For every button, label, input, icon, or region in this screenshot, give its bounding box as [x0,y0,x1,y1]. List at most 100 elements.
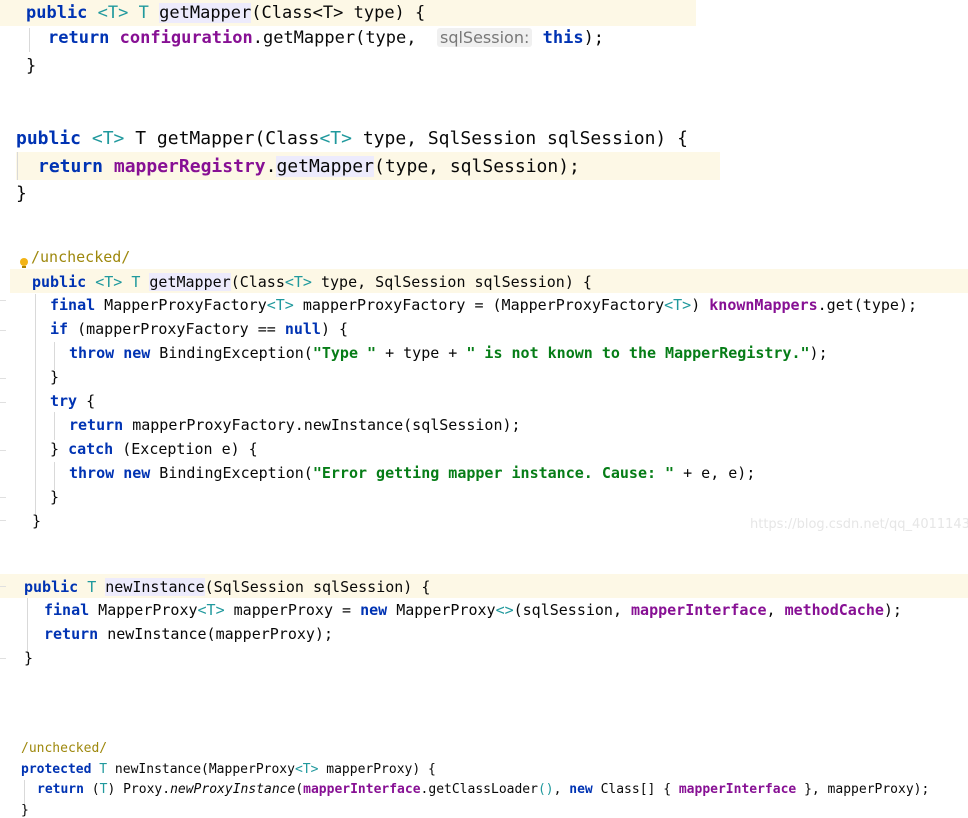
code-text: , [553,782,570,797]
code-line[interactable]: } [24,651,33,666]
type-param: <T> [294,762,319,777]
keyword: throw [69,464,115,482]
code-text: mapperProxy = [224,601,361,619]
code-text: MapperProxy [387,601,496,619]
code-text: .get(type); [817,296,917,314]
keyword: null [284,320,321,338]
code-line[interactable]: } [26,58,36,75]
signature-rest: type, SqlSession sqlSession) { [362,128,688,149]
field: mapperInterface [631,601,767,619]
keyword: if [50,320,69,338]
code-line[interactable]: /unchecked/ [31,250,130,265]
fold-marker[interactable] [0,497,6,498]
type-param: <T> [91,128,125,149]
code-line[interactable]: return (T) Proxy.newProxyInstance(mapper… [37,783,929,796]
return-type: T [138,3,149,23]
keyword: public [24,578,79,596]
code-line[interactable]: final MapperProxy<T> mapperProxy = new M… [44,603,902,618]
fold-marker[interactable] [0,450,6,451]
keyword: return [38,156,104,177]
code-line[interactable]: throw new BindingException("Error gettin… [69,466,755,481]
brace: } [50,368,60,386]
code-text: } [50,440,69,458]
code-line[interactable]: } [21,804,29,817]
code-line[interactable]: throw new BindingException("Type " + typ… [69,346,828,361]
keyword: return [69,416,124,434]
code-line[interactable]: return configuration.getMapper(type, sql… [48,28,605,48]
brace: } [32,512,42,530]
method-name: getMapper [149,273,231,291]
code-text: newInstance(mapperProxy); [98,625,333,643]
brace: } [24,649,34,667]
keyword: new [360,601,388,619]
fold-marker[interactable] [0,586,6,587]
field: configuration [119,28,253,48]
indent-guide [29,28,30,52]
keyword: return [44,625,99,643]
call-text: .getMapper(type, [252,28,427,48]
code-line[interactable]: /unchecked/ [21,742,107,755]
type-param: <T> [664,296,692,314]
fold-marker[interactable] [0,402,6,403]
code-text: { [77,392,96,410]
keyword: return [37,782,84,797]
type-param: <> [495,601,514,619]
annotation: /unchecked/ [21,741,108,756]
code-line[interactable]: } catch (Exception e) { [50,442,258,457]
code-line[interactable]: } [32,514,41,529]
code-text: BindingException( [150,464,313,482]
code-text: }, mapperProxy); [796,782,930,797]
keyword: public [16,128,82,149]
brace: } [21,803,29,818]
keyword: final [44,601,90,619]
type-param: <T> [95,273,123,291]
code-line[interactable]: final MapperProxyFactory<T> mapperProxyF… [50,298,917,313]
code-text: ( [83,782,100,797]
code-line[interactable]: return mapperRegistry.getMapper(type, sq… [38,156,580,177]
indent-guide [35,294,36,516]
fold-marker[interactable] [0,378,6,379]
code-line[interactable]: if (mapperProxyFactory == null) { [50,322,348,337]
return-type: T [87,578,97,596]
code-line[interactable]: } [16,185,27,203]
return-type: T [131,273,141,291]
fold-marker[interactable] [0,520,6,521]
indent-guide [54,342,55,370]
code-text: mapperProxy) { [318,762,436,777]
paren: () [537,782,554,797]
field: knownMappers [709,296,818,314]
fold-marker[interactable] [0,658,6,659]
type-param: <T> [319,128,352,149]
code-line[interactable]: return mapperProxyFactory.newInstance(sq… [69,418,521,433]
keyword: new [569,782,593,797]
code-line[interactable]: protected T newInstance(MapperProxy<T> m… [21,763,436,776]
lightbulb-icon[interactable] [20,258,28,268]
call-end: (type, sqlSession); [373,156,580,177]
method-name: newInstance [105,578,205,596]
code-line[interactable]: } [50,370,59,385]
keyword: try [50,392,78,410]
code-line[interactable]: public <T> T getMapper(Class<T> type, Sq… [32,273,592,291]
keyword: return [48,28,110,48]
code-line[interactable]: } [50,490,59,505]
code-line[interactable]: public <T> T getMapper(Class<T> type) { [26,3,425,23]
code-text: + e, e); [674,464,756,482]
indent-guide [54,462,55,490]
call-end: ); [583,28,605,48]
fold-marker[interactable] [0,330,6,331]
code-text: (sqlSession, [513,601,632,619]
code-line[interactable]: return newInstance(mapperProxy); [44,627,333,642]
return-type: T [99,762,108,777]
signature-text: T getMapper(Class [135,128,320,149]
parameter-hint: sqlSession: [436,28,533,47]
code-line[interactable]: public <T> T getMapper(Class<T> type, Sq… [16,130,688,148]
fold-marker[interactable] [0,300,6,301]
code-text: .getClassLoader [420,782,538,797]
string-literal: "Type " [312,344,377,362]
type-param: <T> [266,296,294,314]
field: mapperRegistry [113,156,266,177]
code-line[interactable]: public T newInstance(SqlSession sqlSessi… [24,578,431,596]
signature-rest: (SqlSession sqlSession) { [204,578,431,596]
code-line[interactable]: try { [50,394,95,409]
signature-text: (Class [230,273,285,291]
